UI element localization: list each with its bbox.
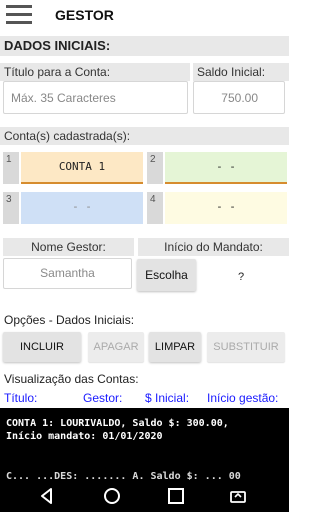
clear-button[interactable]: LIMPAR	[149, 332, 201, 362]
app-bar: GESTOR	[0, 0, 289, 30]
accounts-console[interactable]: CONTA 1: LOURIVALDO, Saldo $: 300.00, In…	[0, 408, 289, 480]
slot-number-4: 4	[147, 192, 163, 224]
slot-number-3: 3	[3, 192, 19, 224]
slot-number-1: 1	[3, 152, 19, 184]
account-slot-3[interactable]: - -	[21, 192, 143, 224]
replace-button[interactable]: SUBSTITUIR	[207, 332, 285, 362]
account-title-label: Título para a Conta:	[0, 63, 190, 81]
section-title: DADOS INICIAIS:	[4, 38, 111, 53]
choose-date-button[interactable]: Escolha	[137, 259, 196, 291]
console-line: C... ...DES: ....... A. Saldo $: ... 00	[6, 471, 241, 480]
console-line: Início mandato: 01/01/2020	[6, 431, 163, 442]
rotate-icon[interactable]	[228, 486, 248, 506]
home-icon[interactable]	[102, 486, 122, 506]
recents-icon[interactable]	[166, 486, 186, 506]
account-slot-2[interactable]: - -	[165, 152, 287, 184]
back-icon[interactable]	[37, 486, 57, 506]
system-navigation-bar	[0, 480, 289, 512]
mandate-start-label: Início do Mandato:	[138, 238, 289, 256]
account-title-input[interactable]: Máx. 35 Caracteres	[3, 81, 188, 114]
registered-accounts-label: Conta(s) cadastrada(s):	[0, 127, 289, 145]
include-button[interactable]: INCLUIR	[3, 332, 81, 362]
initial-balance-label: Saldo Inicial:	[193, 63, 289, 81]
app-title: GESTOR	[55, 7, 114, 23]
delete-button[interactable]: APAGAR	[88, 332, 144, 362]
account-slot-1[interactable]: CONTA 1	[21, 152, 143, 184]
column-initial-balance: $ Inicial:	[145, 391, 190, 405]
column-title: Título:	[4, 391, 38, 405]
hamburger-menu-icon[interactable]	[6, 5, 32, 25]
section-header: DADOS INICIAIS:	[0, 36, 289, 56]
mandate-date-value: ?	[238, 271, 245, 283]
initial-balance-input[interactable]: 750.00	[193, 81, 285, 114]
manager-name-input[interactable]: Samantha	[3, 258, 132, 289]
accounts-view-label: Visualização das Contas:	[4, 372, 139, 386]
manager-name-label: Nome Gestor:	[3, 238, 134, 256]
slot-number-2: 2	[147, 152, 163, 184]
options-label: Opções - Dados Iniciais:	[4, 313, 135, 327]
column-manager: Gestor:	[83, 391, 123, 405]
column-mandate-start: Início gestão:	[207, 391, 279, 405]
console-line: CONTA 1: LOURIVALDO, Saldo $: 300.00,	[6, 418, 229, 429]
account-slot-4[interactable]: - -	[165, 192, 287, 224]
